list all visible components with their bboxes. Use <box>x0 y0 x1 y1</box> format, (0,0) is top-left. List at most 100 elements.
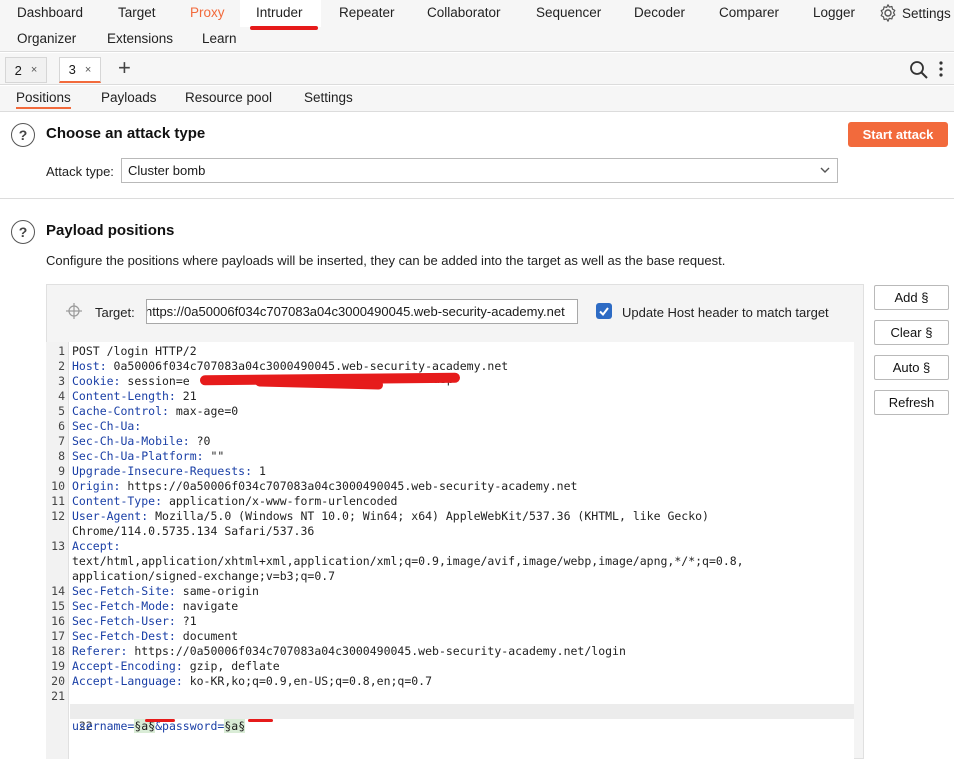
header-value: same-origin <box>175 584 259 598</box>
header-value: ?0 <box>189 434 211 448</box>
refresh-button[interactable]: Refresh <box>874 390 949 415</box>
nav-decoder[interactable]: Decoder <box>634 5 685 20</box>
auto-markers-button[interactable]: Auto § <box>874 355 949 380</box>
request-line[interactable]: 10 Origin: https://0a50006f034c707083a04c… <box>46 479 577 494</box>
nav-extensions[interactable]: Extensions <box>107 31 173 46</box>
nav-target[interactable]: Target <box>118 5 156 20</box>
header-value: 21 <box>175 389 197 403</box>
request-line[interactable]: 13 Accept: <box>46 539 120 554</box>
header-value: application/signed-exchange;v=b3;q=0.7 <box>72 569 336 583</box>
header-name: Sec-Fetch-User: <box>72 614 176 628</box>
line-number: 15 <box>51 599 65 613</box>
header-name: Cookie: <box>72 374 121 388</box>
tab-positions[interactable]: Positions <box>16 90 71 109</box>
request-line[interactable]: 1 POST /login HTTP/2 <box>46 344 197 359</box>
request-line[interactable]: 8 Sec-Ch-Ua-Platform: "" <box>46 449 224 464</box>
request-line[interactable]: 11 Content-Type: application/x-www-form-u… <box>46 494 397 509</box>
nav-repeater[interactable]: Repeater <box>339 5 395 20</box>
header-name: Cache-Control: <box>72 404 169 418</box>
line-number: 13 <box>51 539 65 553</box>
request-line[interactable]: 4 Content-Length: 21 <box>46 389 197 404</box>
start-attack-button[interactable]: Start attack <box>848 122 948 147</box>
nav-intruder[interactable]: Intruder <box>240 0 321 27</box>
header-name: Accept-Encoding: <box>72 659 183 673</box>
line-number: 16 <box>51 614 65 628</box>
request-body-line[interactable]: 22 username=§a§&password=§a§ <box>46 704 246 733</box>
search-icon[interactable] <box>909 60 929 80</box>
instance-tab[interactable]: 3 × <box>59 57 101 83</box>
line-number: 6 <box>58 419 65 433</box>
line-number: 14 <box>51 584 65 598</box>
header-value: navigate <box>175 599 239 613</box>
request-line[interactable]: text/html,application/xhtml+xml,applicat… <box>46 554 744 569</box>
header-value: Chrome/114.0.5735.134 Safari/537.36 <box>72 524 315 538</box>
request-line[interactable]: 19 Accept-Encoding: gzip, deflate <box>46 659 280 674</box>
nav-proxy[interactable]: Proxy <box>190 5 225 20</box>
line-number: 21 <box>51 689 65 703</box>
request-line[interactable]: 6 Sec-Ch-Ua: <box>46 419 141 434</box>
update-host-label: Update Host header to match target <box>622 305 829 320</box>
header-value: Mozilla/5.0 (Windows NT 10.0; Win64; x64… <box>148 509 709 523</box>
header-name: Content-Length: <box>72 389 176 403</box>
request-line[interactable]: 18 Referer: https://0a50006f034c707083a04… <box>46 644 626 659</box>
more-options-icon[interactable] <box>938 60 944 78</box>
request-line[interactable]: 16 Sec-Fetch-User: ?1 <box>46 614 197 629</box>
help-icon[interactable]: ? <box>11 220 35 244</box>
line-number: 10 <box>51 479 65 493</box>
help-icon[interactable]: ? <box>11 123 35 147</box>
close-icon[interactable]: × <box>31 64 37 76</box>
line-number: 7 <box>58 434 65 448</box>
request-line[interactable]: 9 Upgrade-Insecure-Requests: 1 <box>46 464 266 479</box>
header-name: Host: <box>72 359 107 373</box>
attack-type-select[interactable]: Cluster bomb <box>121 158 838 183</box>
request-line[interactable]: 14 Sec-Fetch-Site: same-origin <box>46 584 259 599</box>
new-tab-button[interactable]: + <box>118 57 131 79</box>
tab-payloads[interactable]: Payloads <box>101 90 157 105</box>
request-line[interactable]: Chrome/114.0.5735.134 Safari/537.36 <box>46 524 314 539</box>
tab-resource-pool[interactable]: Resource pool <box>185 90 272 105</box>
chevron-down-icon <box>820 167 830 173</box>
request-line[interactable]: 12 User-Agent: Mozilla/5.0 (Windows NT 10… <box>46 509 709 524</box>
request-line[interactable]: 21 <box>46 689 65 704</box>
header-value: gzip, deflate <box>182 659 280 673</box>
line-number: 20 <box>51 674 65 688</box>
tab-settings[interactable]: Settings <box>304 90 353 105</box>
main-nav: Dashboard Target Proxy Intruder Repeater… <box>0 0 954 52</box>
close-icon[interactable]: × <box>85 64 91 76</box>
request-line[interactable]: 3 Cookie: session=e <box>46 374 190 389</box>
line-number: 2 <box>58 359 65 373</box>
request-line[interactable]: 20 Accept-Language: ko-KR,ko;q=0.9,en-US;… <box>46 674 432 689</box>
header-value: max-age=0 <box>168 404 239 418</box>
nav-settings[interactable]: Settings <box>878 3 951 23</box>
add-marker-button[interactable]: Add § <box>874 285 949 310</box>
header-name: Upgrade-Insecure-Requests: <box>72 464 253 478</box>
line-number: 8 <box>58 449 65 463</box>
nav-comparer[interactable]: Comparer <box>719 5 779 20</box>
header-value: https://0a50006f034c707083a04c3000490045… <box>120 479 578 493</box>
update-host-checkbox[interactable] <box>596 303 612 319</box>
instance-tab[interactable]: 2 × <box>5 57 47 83</box>
nav-dashboard[interactable]: Dashboard <box>17 5 83 20</box>
request-editor[interactable]: 1 POST /login HTTP/2 2 Host: 0a50006f034c70… <box>46 342 854 759</box>
nav-sequencer[interactable]: Sequencer <box>536 5 601 20</box>
nav-collaborator[interactable]: Collaborator <box>427 5 501 20</box>
nav-logger[interactable]: Logger <box>813 5 855 20</box>
request-line[interactable]: 15 Sec-Fetch-Mode: navigate <box>46 599 238 614</box>
annotation-underline <box>248 719 273 722</box>
nav-learn[interactable]: Learn <box>202 31 237 46</box>
section-divider <box>0 198 954 199</box>
request-line[interactable]: 5 Cache-Control: max-age=0 <box>46 404 238 419</box>
clear-markers-button[interactable]: Clear § <box>874 320 949 345</box>
header-name: Content-Type: <box>72 494 163 508</box>
request-line[interactable]: 7 Sec-Ch-Ua-Mobile: ?0 <box>46 434 210 449</box>
attack-type-title: Choose an attack type <box>46 125 206 142</box>
request-line[interactable]: 2 Host: 0a50006f034c707083a04c3000490045.… <box>46 359 508 374</box>
request-line[interactable]: 17 Sec-Fetch-Dest: document <box>46 629 238 644</box>
payload-positions-title: Payload positions <box>46 222 175 239</box>
payload-marker[interactable]: §a§ <box>224 719 246 733</box>
nav-organizer[interactable]: Organizer <box>17 31 76 46</box>
target-label: Target: <box>95 305 135 320</box>
target-input[interactable]: https://0a50006f034c707083a04c3000490045… <box>146 299 578 324</box>
header-value: ?1 <box>175 614 197 628</box>
request-line[interactable]: application/signed-exchange;v=b3;q=0.7 <box>46 569 335 584</box>
